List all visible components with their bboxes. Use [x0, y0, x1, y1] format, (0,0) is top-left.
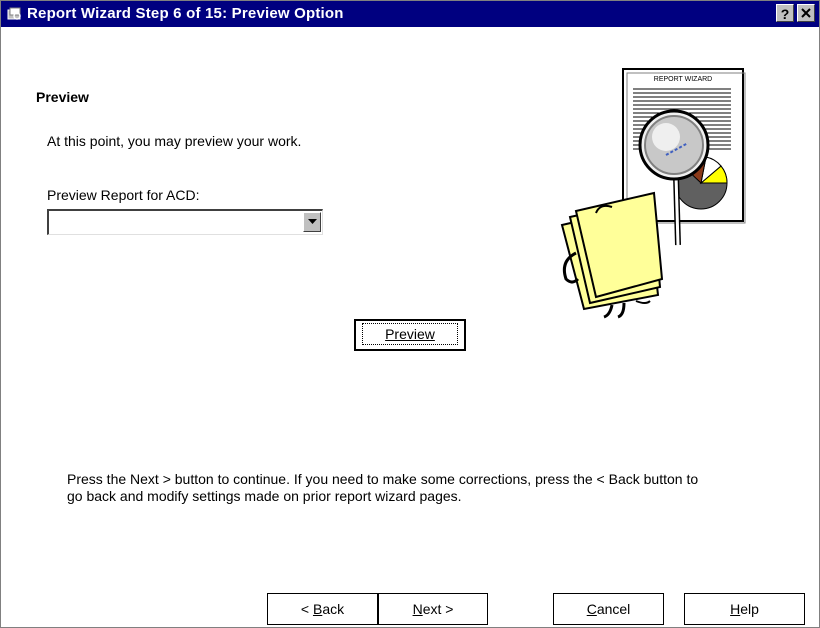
report-wizard-app-icon: [7, 7, 21, 20]
illustration-label: REPORT WIZARD: [654, 76, 712, 83]
instructions-line-2: go back and modify settings made on prio…: [67, 488, 462, 504]
cancel-button[interactable]: Cancel: [553, 593, 664, 625]
preview-report-select[interactable]: [47, 209, 323, 235]
report-wizard-illustration: REPORT WIZARD: [560, 68, 746, 319]
select-label: Preview Report for ACD:: [47, 187, 200, 203]
preview-button[interactable]: Preview: [354, 319, 466, 351]
report-wizard-dialog: Report Wizard Step 6 of 15: Preview Opti…: [0, 0, 820, 628]
help-button[interactable]: Help: [684, 593, 805, 625]
close-icon: [801, 8, 811, 18]
intro-text: At this point, you may preview your work…: [47, 133, 302, 149]
back-button[interactable]: < Back: [267, 593, 378, 625]
window-title: Report Wizard Step 6 of 15: Preview Opti…: [27, 5, 344, 22]
context-help-button[interactable]: ?: [776, 4, 794, 22]
title-bar[interactable]: Report Wizard Step 6 of 15: Preview Opti…: [1, 1, 819, 27]
chevron-down-icon: [308, 219, 317, 224]
close-button[interactable]: [797, 4, 815, 22]
preview-button-label: Preview: [362, 323, 458, 345]
next-button[interactable]: Next >: [378, 593, 488, 625]
instructions-line-1: Press the Next > button to continue. If …: [67, 471, 699, 487]
section-heading: Preview: [36, 89, 89, 105]
dropdown-arrow-button[interactable]: [303, 212, 321, 232]
